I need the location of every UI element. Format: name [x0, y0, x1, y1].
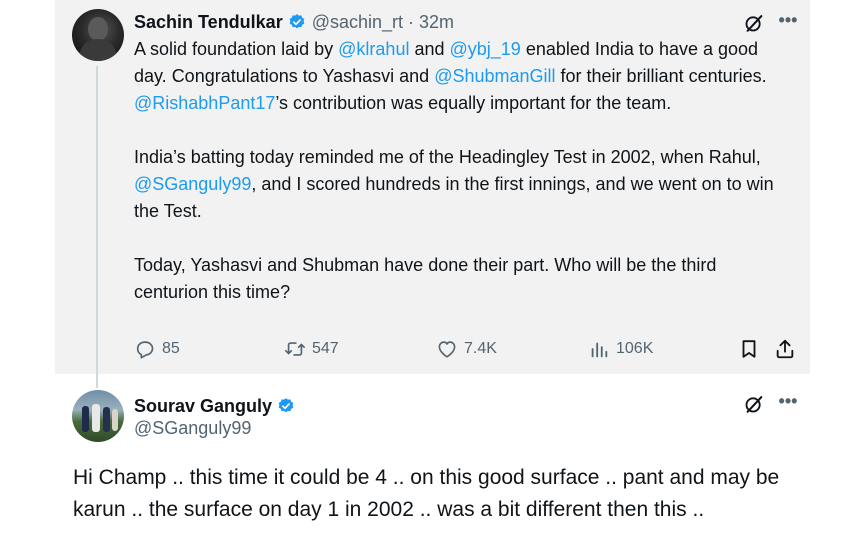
tweet-paragraph-2: India’s batting today reminded me of the… [134, 147, 774, 221]
parent-author-name[interactable]: Sachin Tendulkar [134, 12, 283, 33]
repost-icon [285, 342, 305, 356]
verified-badge-icon [289, 14, 305, 29]
reply-icon [136, 341, 154, 359]
mention-klrahul[interactable]: @klrahul [338, 39, 409, 59]
grok-icon[interactable] [743, 12, 765, 34]
grok-icon[interactable] [743, 393, 765, 415]
bookmark-icon [742, 340, 756, 358]
like-icon [438, 341, 456, 358]
mention-ybj_19[interactable]: @ybj_19 [450, 39, 521, 59]
like-count: 7.4K [464, 340, 497, 357]
reply-header: Sourav Ganguly [134, 394, 301, 418]
tweet-actions-bar: 85 547 7.4K 106K [134, 334, 798, 364]
tweet-paragraph-3: Today, Yashasvi and Shubman have done th… [134, 255, 717, 302]
parent-tweet-header: Sachin Tendulkar @sachin_rt · 32m [134, 9, 454, 35]
thread-connector-line [96, 66, 98, 388]
mention-shubmangill[interactable]: @ShubmanGill [434, 66, 555, 86]
parent-timestamp[interactable]: 32m [419, 12, 454, 33]
reply-text: Hi Champ .. this time it could be 4 .. o… [73, 466, 780, 521]
views-icon [591, 342, 608, 358]
share-button[interactable] [774, 334, 802, 364]
parent-author-handle[interactable]: @sachin_rt [312, 12, 403, 33]
header-separator: · [408, 11, 415, 32]
mention-sganguly99[interactable]: @SGanguly99 [134, 174, 251, 194]
sourav-avatar[interactable] [72, 390, 124, 442]
more-icon[interactable]: ••• [776, 11, 800, 34]
parent-tweet-text: A solid foundation laid by @klrahul and … [134, 36, 794, 306]
more-icon[interactable]: ••• [776, 392, 800, 415]
reply-author-handle[interactable]: @SGanguly99 [134, 418, 251, 439]
repost-button[interactable]: 547 [284, 334, 339, 364]
verified-badge-icon [278, 398, 294, 413]
sachin-avatar[interactable] [72, 9, 124, 61]
reply-author-name[interactable]: Sourav Ganguly [134, 396, 272, 417]
mention-rishabhpant17[interactable]: @RishabhPant17 [134, 93, 275, 113]
tweet-thread: Sachin Tendulkar @sachin_rt · 32m ••• A … [0, 0, 864, 540]
reply-count: 85 [162, 340, 180, 357]
share-icon [776, 339, 794, 359]
reply-button[interactable]: 85 [134, 334, 180, 364]
like-button[interactable]: 7.4K [436, 334, 497, 364]
tweet-paragraph-1: A solid foundation laid by @klrahul and … [134, 39, 767, 113]
bookmark-button[interactable] [738, 334, 766, 364]
repost-count: 547 [312, 340, 339, 357]
views-button[interactable]: 106K [588, 334, 653, 364]
views-count: 106K [616, 340, 654, 357]
